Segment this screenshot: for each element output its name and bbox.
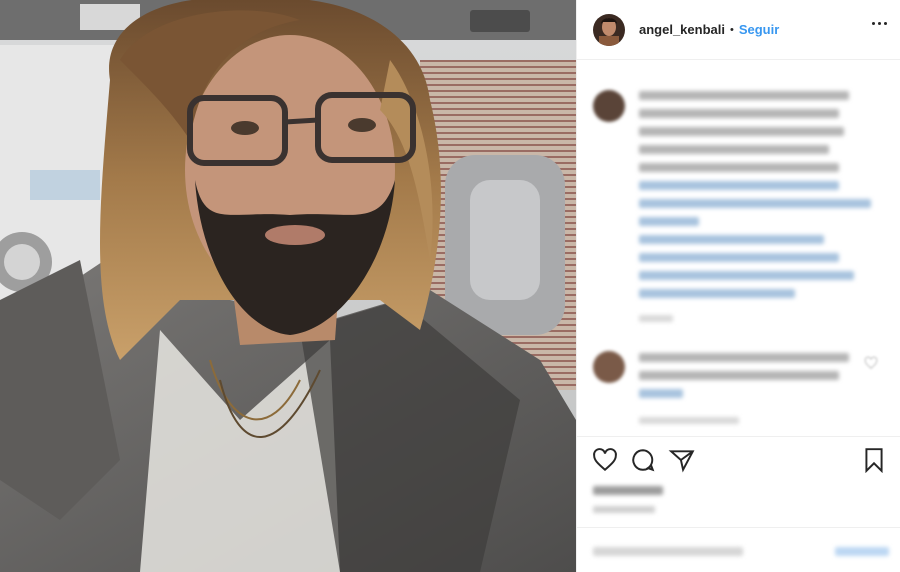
comment-author-avatar[interactable] (593, 351, 625, 383)
instagram-post: angel_kenbali • Seguir (0, 0, 900, 572)
caption-author-avatar[interactable] (593, 90, 625, 122)
avatar[interactable] (593, 13, 625, 46)
post-date-blurred (593, 506, 655, 513)
post-side-panel: angel_kenbali • Seguir (576, 0, 900, 572)
heart-icon[interactable] (591, 447, 619, 473)
comment-icon[interactable] (629, 447, 657, 473)
share-icon[interactable] (668, 447, 696, 473)
likes-count-blurred[interactable] (593, 486, 663, 495)
post-header: angel_kenbali • Seguir (577, 0, 900, 60)
post-comment-button-blurred[interactable] (835, 547, 889, 556)
more-options-icon[interactable] (872, 22, 887, 25)
separator-dot: • (729, 23, 734, 36)
post-photo[interactable] (0, 0, 576, 572)
add-comment-bar (577, 527, 900, 572)
bookmark-icon[interactable] (861, 447, 887, 473)
photo-illustration (0, 0, 576, 572)
comment-input-blurred[interactable] (593, 547, 743, 556)
action-bar (577, 436, 900, 480)
profile-photo-icon (593, 13, 625, 46)
follow-button[interactable]: Seguir (739, 22, 779, 37)
comment-like-icon[interactable] (864, 356, 878, 370)
author-username[interactable]: angel_kenbali (639, 22, 725, 37)
comments-list[interactable] (577, 61, 900, 436)
